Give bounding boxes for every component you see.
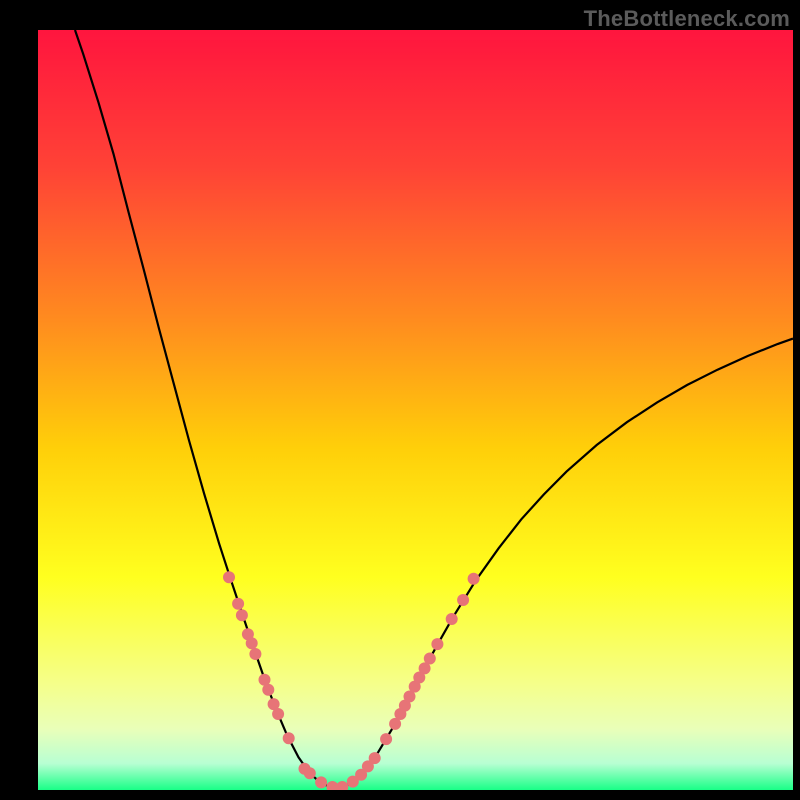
marker-point xyxy=(262,684,274,696)
marker-point xyxy=(424,653,436,665)
chart-root: TheBottleneck.com xyxy=(0,0,800,800)
marker-point xyxy=(249,648,261,660)
marker-point xyxy=(380,733,392,745)
marker-point xyxy=(369,752,381,764)
marker-point xyxy=(468,573,480,585)
marker-point xyxy=(232,598,244,610)
marker-point xyxy=(446,613,458,625)
watermark-text: TheBottleneck.com xyxy=(584,6,790,32)
marker-point xyxy=(236,609,248,621)
marker-point xyxy=(304,767,316,779)
marker-point xyxy=(431,638,443,650)
marker-point xyxy=(223,571,235,583)
marker-point xyxy=(272,708,284,720)
marker-point xyxy=(336,781,348,793)
marker-point xyxy=(283,732,295,744)
marker-point xyxy=(315,776,327,788)
bottleneck-chart xyxy=(0,0,800,800)
marker-point xyxy=(246,637,258,649)
marker-point xyxy=(457,594,469,606)
